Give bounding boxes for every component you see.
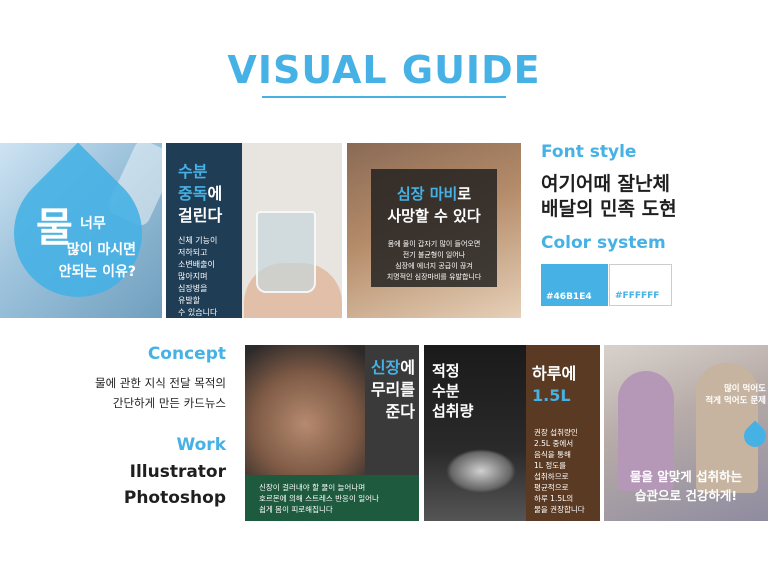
- card5-body-line: 하루 1.5L의: [534, 494, 574, 503]
- card6-headline: 물을 알맞게 섭취하는 습관으로 건강하게!: [604, 467, 768, 505]
- card5-body-line: 2.5L 중에서: [534, 439, 574, 448]
- card2-body-line: 신체 기능이: [178, 236, 218, 245]
- card2-h2-blue: 중독: [178, 184, 208, 203]
- card-news-1: 물 너무 많이 마시면 안되는 이유?: [0, 143, 162, 318]
- card4-body: 신장이 걸러내야 할 물이 늘어나며 호르몬에 의해 스트레스 반응이 일어나 …: [259, 482, 379, 515]
- work-tool-illustrator: Illustrator: [129, 462, 226, 482]
- card5-body-line: 권장 섭취량인: [534, 428, 578, 437]
- card5-body: 권장 섭취량인 2.5L 중에서 음식을 통해 1L 정도를 섭취하므로 평균적…: [534, 427, 585, 515]
- card5-body-line: 음식을 통해: [534, 450, 571, 459]
- card-news-5: 적정 수분 섭취량 하루에 1.5L 권장 섭취량인 2.5L 중에서 음식을 …: [424, 345, 600, 521]
- card5-left-headline: 적정 수분 섭취량: [432, 361, 473, 421]
- card2-body-line: 심장병을: [178, 284, 208, 293]
- card3-h1-rest: 로: [457, 185, 472, 203]
- card1-headline: 많이 마시면 안되는 이유?: [40, 239, 136, 283]
- card1-small-text: 너무: [80, 216, 106, 232]
- card2-body-line: 많아지며: [178, 272, 208, 281]
- card2-body: 신체 기능이 저하되고 소변배출이 많아지며 심장병을 유발할 수 있습니다: [178, 235, 217, 318]
- title-underline: [262, 96, 506, 98]
- page-title: VISUAL GUIDE: [227, 48, 541, 92]
- card-news-4: 신장에 무리를 준다 신장이 걸러내야 할 물이 늘어나며 호르몬에 의해 스트…: [245, 345, 419, 521]
- card2-body-line: 수 있습니다: [178, 308, 218, 317]
- card1-line1: 많이 마시면: [66, 242, 136, 258]
- font-style-label: Font style: [541, 142, 637, 162]
- card5-r2: 1.5L: [532, 386, 571, 405]
- card6-h2: 습관으로 건강하게!: [634, 488, 738, 503]
- card3-h2: 사망할 수 있다: [387, 207, 481, 225]
- water-glass-icon: [256, 211, 316, 293]
- card5-body-line: 섭취하므로: [534, 472, 569, 481]
- card2-body-line: 유발할: [178, 296, 201, 305]
- card6-top1: 많이 먹어도: [723, 384, 766, 394]
- color-swatch-blue-label: #46B1E4: [546, 292, 592, 302]
- font-sample-1: 여기어때 잘난체: [541, 173, 670, 195]
- card2-h3: 걸린다: [178, 206, 223, 225]
- card5-r1: 하루에: [532, 364, 577, 383]
- color-swatch-white: #FFFFFF: [609, 264, 672, 306]
- card2-body-line: 저하되고: [178, 248, 208, 257]
- card2-h2-rest: 에: [207, 184, 223, 203]
- card3-h1-blue: 심장 마비: [396, 185, 458, 203]
- card3-body: 몸에 물이 갑자기 많이 들어오면 전기 불균형이 일어나 심장에 에너지 공급…: [375, 239, 493, 283]
- font-sample-2: 배달의 민족 도현: [541, 198, 677, 220]
- card4-h1-rest: 에: [400, 358, 415, 377]
- work-label: Work: [176, 435, 226, 455]
- work-tool-photoshop: Photoshop: [123, 488, 226, 508]
- card3-body-line: 몸에 물이 갑자기 많이 들어오면: [387, 240, 481, 248]
- card4-h1-blue: 신장: [370, 358, 401, 377]
- card2-headline: 수분 중독에 걸린다: [178, 161, 222, 227]
- card5-l3: 섭취량: [432, 402, 474, 420]
- concept-label: Concept: [147, 344, 226, 364]
- color-swatch-blue: #46B1E4: [541, 264, 608, 306]
- color-swatch-white-label: #FFFFFF: [615, 291, 660, 301]
- card-news-3: 심장 마비로 사망할 수 있다 몸에 물이 갑자기 많이 들어오면 전기 불균형…: [347, 143, 521, 318]
- card6-top-text: 많이 먹어도 적게 먹어도 문제: [700, 383, 766, 407]
- card6-top2: 적게 먹어도 문제: [705, 396, 766, 406]
- card-news-2: 수분 중독에 걸린다 신체 기능이 저하되고 소변배출이 많아지며 심장병을 유…: [166, 143, 342, 318]
- card5-right-headline: 하루에 1.5L: [532, 363, 576, 407]
- card5-l1: 적정: [432, 362, 460, 380]
- color-system-label: Color system: [541, 233, 666, 253]
- card4-h2: 무리를: [370, 380, 415, 399]
- card3-headline: 심장 마비로 사망할 수 있다: [371, 183, 497, 227]
- card3-body-line: 치명적인 심장마비를 유발합니다: [386, 273, 482, 281]
- card4-h3: 준다: [385, 402, 415, 421]
- concept-line-2: 간단하게 만든 카드뉴스: [112, 396, 226, 410]
- card2-h1: 수분: [178, 162, 208, 181]
- card3-body-line: 전기 불균형이 일어나: [402, 251, 466, 259]
- card4-body-line: 호르몬에 의해 스트레스 반응이 일어나: [259, 494, 379, 503]
- card5-body-line: 1L 정도를: [534, 461, 567, 470]
- card4-body-line: 신장이 걸러내야 할 물이 늘어나며: [259, 483, 366, 492]
- card4-body-line: 쉽게 몸이 피로해집니다: [259, 505, 333, 514]
- card5-body-line: 물을 권장합니다: [534, 505, 585, 514]
- card2-body-line: 소변배출이: [178, 260, 215, 269]
- card5-body-line: 평균적으로: [534, 483, 569, 492]
- card3-body-line: 심장에 에너지 공급이 끊겨: [395, 262, 473, 270]
- card1-line2: 안되는 이유?: [58, 264, 136, 280]
- concept-line-1: 물에 관한 지식 전달 목적의: [94, 376, 226, 390]
- card5-l2: 수분: [432, 382, 460, 400]
- card-news-6: 많이 먹어도 적게 먹어도 문제 물을 알맞게 섭취하는 습관으로 건강하게!: [604, 345, 768, 521]
- card6-h1: 물을 알맞게 섭취하는: [629, 469, 743, 484]
- card4-headline: 신장에 무리를 준다: [353, 357, 415, 423]
- water-splash-shape: [446, 449, 516, 493]
